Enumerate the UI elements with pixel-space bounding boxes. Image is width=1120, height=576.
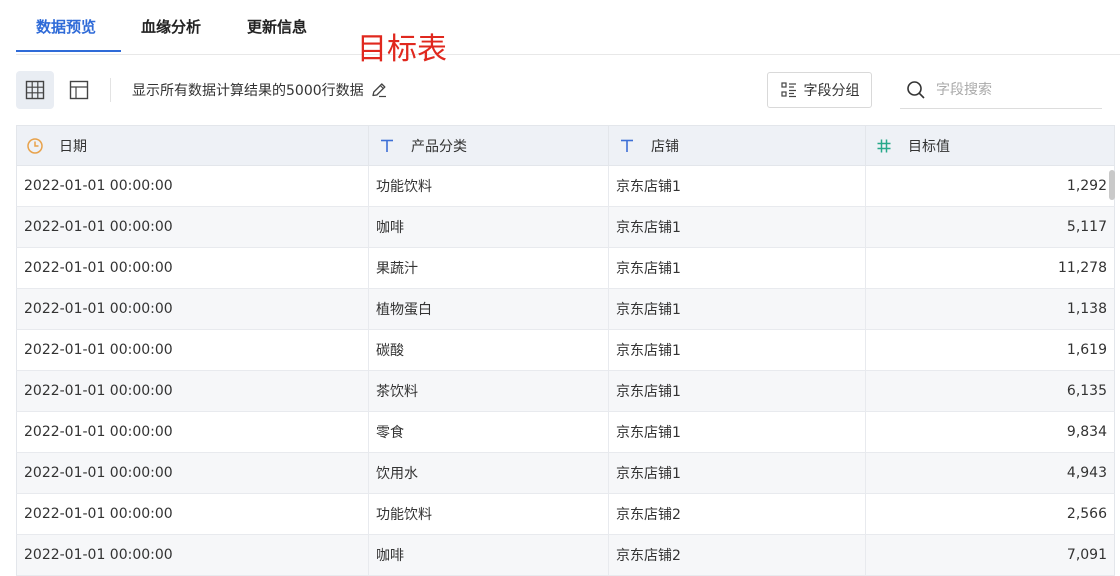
- table-row: 2022-01-01 00:00:00 茶饮料 京东店铺1 6,135: [16, 371, 1115, 412]
- target-value-cell: 9,834: [1066, 424, 1107, 440]
- data-row-info: 显示所有数据计算结果的5000行数据: [132, 80, 388, 100]
- store-cell: 京东店铺1: [609, 166, 866, 206]
- column-header-date[interactable]: 日期: [17, 126, 369, 165]
- tab-data-preview[interactable]: 数据预览: [36, 16, 96, 37]
- tab-lineage-analysis[interactable]: 血缘分析: [141, 16, 201, 37]
- table-header-row: 日期 产品分类 店铺 目标值: [16, 125, 1115, 166]
- target-value-cell: 1,619: [1066, 342, 1107, 358]
- field-search-input[interactable]: [934, 81, 1098, 99]
- field-group-button[interactable]: 字段分组: [767, 72, 872, 108]
- field-group-icon: [780, 82, 796, 98]
- date-cell: 2022-01-01 00:00:00: [17, 535, 369, 575]
- target-value-cell: 5,117: [1066, 219, 1107, 235]
- field-search: [900, 72, 1102, 109]
- target-value-cell: 4,943: [1066, 465, 1107, 481]
- table-row: 2022-01-01 00:00:00 碳酸 京东店铺1 1,619: [16, 330, 1115, 371]
- text-type-icon: [377, 138, 397, 154]
- field-group-label: 字段分组: [803, 83, 860, 99]
- store-cell: 京东店铺1: [609, 412, 866, 452]
- store-cell: 京东店铺1: [609, 289, 866, 329]
- target-value-cell: 11,278: [1058, 260, 1107, 276]
- product-category-cell: 饮用水: [369, 453, 609, 493]
- store-cell: 京东店铺1: [609, 371, 866, 411]
- target-table-annotation: 目标表: [357, 32, 447, 67]
- product-category-cell: 果蔬汁: [369, 248, 609, 288]
- product-category-cell: 零食: [369, 412, 609, 452]
- column-header-label: 产品分类: [411, 138, 467, 155]
- date-cell: 2022-01-01 00:00:00: [17, 412, 369, 452]
- table-row: 2022-01-01 00:00:00 饮用水 京东店铺1 4,943: [16, 453, 1115, 494]
- data-preview-table: 日期 产品分类 店铺 目标值 2022-01-01 00:00:00 功能饮料 …: [16, 125, 1115, 576]
- toolbar-divider: [110, 78, 111, 102]
- target-value-cell: 6,135: [1066, 383, 1107, 399]
- tab-bar: 数据预览 血缘分析 更新信息: [16, 0, 1120, 55]
- target-value-cell: 1,292: [1066, 178, 1107, 194]
- table-scrollbar-thumb[interactable]: [1109, 170, 1115, 200]
- table-row: 2022-01-01 00:00:00 咖啡 京东店铺1 5,117: [16, 207, 1115, 248]
- target-value-cell: 2,566: [1066, 506, 1107, 522]
- date-cell: 2022-01-01 00:00:00: [17, 207, 369, 247]
- date-cell: 2022-01-01 00:00:00: [17, 330, 369, 370]
- grid-view-icon: [25, 80, 45, 100]
- store-cell: 京东店铺1: [609, 330, 866, 370]
- product-category-cell: 茶饮料: [369, 371, 609, 411]
- search-icon: [907, 81, 925, 99]
- column-header-label: 日期: [59, 138, 87, 155]
- table-row: 2022-01-01 00:00:00 功能饮料 京东店铺1 1,292: [16, 166, 1115, 207]
- store-cell: 京东店铺1: [609, 207, 866, 247]
- layout-view-icon: [69, 80, 89, 100]
- date-cell: 2022-01-01 00:00:00: [17, 494, 369, 534]
- active-tab-indicator: [16, 50, 121, 52]
- column-header-product-category[interactable]: 产品分类: [369, 126, 609, 165]
- date-cell: 2022-01-01 00:00:00: [17, 289, 369, 329]
- number-type-icon: [874, 138, 894, 154]
- text-type-icon: [617, 138, 637, 154]
- product-category-cell: 植物蛋白: [369, 289, 609, 329]
- product-category-cell: 碳酸: [369, 330, 609, 370]
- column-header-label: 目标值: [908, 138, 950, 155]
- grid-view-button[interactable]: [16, 71, 54, 109]
- date-cell: 2022-01-01 00:00:00: [17, 453, 369, 493]
- clock-icon: [25, 137, 45, 155]
- product-category-cell: 功能饮料: [369, 494, 609, 534]
- target-value-cell: 1,138: [1066, 301, 1107, 317]
- column-header-target-value[interactable]: 目标值: [866, 126, 1114, 165]
- table-row: 2022-01-01 00:00:00 植物蛋白 京东店铺1 1,138: [16, 289, 1115, 330]
- toolbar: 显示所有数据计算结果的5000行数据 字段分组: [16, 70, 1120, 110]
- store-cell: 京东店铺2: [609, 535, 866, 575]
- date-cell: 2022-01-01 00:00:00: [17, 166, 369, 206]
- table-row: 2022-01-01 00:00:00 咖啡 京东店铺2 7,091: [16, 535, 1115, 576]
- product-category-cell: 咖啡: [369, 535, 609, 575]
- data-row-info-text: 显示所有数据计算结果的5000行数据: [132, 83, 364, 99]
- table-row: 2022-01-01 00:00:00 零食 京东店铺1 9,834: [16, 412, 1115, 453]
- tab-update-info[interactable]: 更新信息: [247, 16, 307, 37]
- column-header-label: 店铺: [651, 138, 679, 155]
- edit-pencil-icon[interactable]: [370, 81, 388, 99]
- store-cell: 京东店铺1: [609, 453, 866, 493]
- layout-view-button[interactable]: [60, 71, 98, 109]
- product-category-cell: 咖啡: [369, 207, 609, 247]
- store-cell: 京东店铺2: [609, 494, 866, 534]
- target-value-cell: 7,091: [1066, 547, 1107, 563]
- store-cell: 京东店铺1: [609, 248, 866, 288]
- table-row: 2022-01-01 00:00:00 功能饮料 京东店铺2 2,566: [16, 494, 1115, 535]
- column-header-store[interactable]: 店铺: [609, 126, 866, 165]
- date-cell: 2022-01-01 00:00:00: [17, 248, 369, 288]
- date-cell: 2022-01-01 00:00:00: [17, 371, 369, 411]
- product-category-cell: 功能饮料: [369, 166, 609, 206]
- table-row: 2022-01-01 00:00:00 果蔬汁 京东店铺1 11,278: [16, 248, 1115, 289]
